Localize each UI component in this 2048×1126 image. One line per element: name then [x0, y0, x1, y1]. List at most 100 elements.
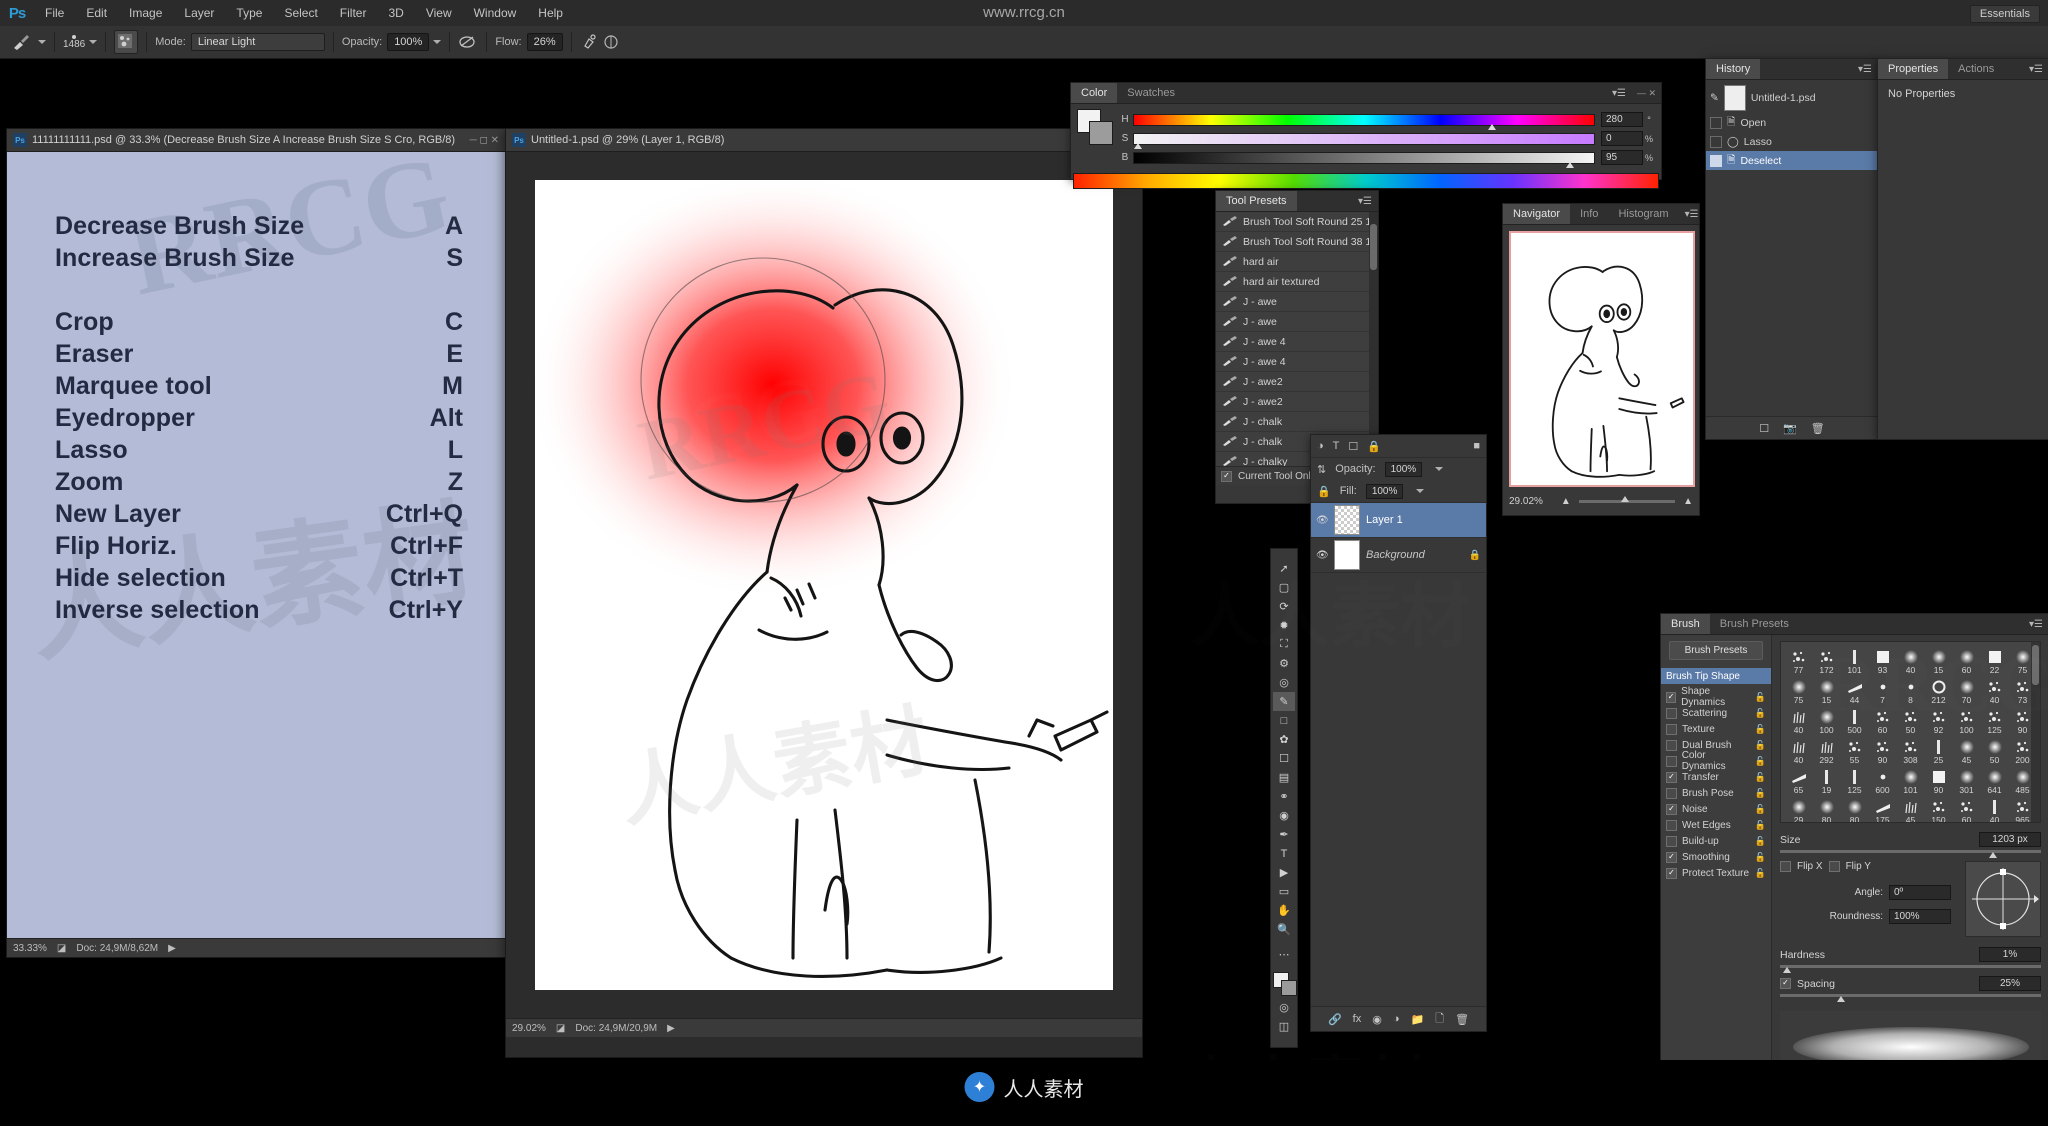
brush-tip-cell[interactable]: 77: [1785, 646, 1812, 675]
screen-mode-icon[interactable]: ◫: [1273, 1017, 1295, 1036]
opacity-chevron-down-icon[interactable]: [1435, 467, 1444, 471]
status-zoom[interactable]: 33.33%: [13, 943, 47, 954]
lock-icon[interactable]: 🔓: [1755, 804, 1766, 815]
scrollbar-vertical[interactable]: [2031, 642, 2040, 822]
brush-tip-cell[interactable]: 100: [1813, 706, 1840, 735]
blend-mode-select[interactable]: Linear Light: [190, 33, 325, 51]
brush-angle-control[interactable]: [1965, 861, 2041, 937]
tool-move[interactable]: ➚: [1273, 559, 1295, 578]
tab-brush[interactable]: Brush: [1661, 614, 1710, 634]
list-item[interactable]: J - awe 4: [1216, 352, 1378, 372]
layer-lock-icon[interactable]: 🔒: [1469, 550, 1481, 561]
adjustment-layer-icon[interactable]: ◑: [1393, 1013, 1400, 1025]
checkbox[interactable]: ✓: [1666, 803, 1677, 815]
lock-icon[interactable]: 🔒: [1317, 485, 1331, 498]
brush-tip-cell[interactable]: 80: [1841, 796, 1868, 822]
filter-toggle-icon[interactable]: ■: [1473, 440, 1480, 452]
brush-tip-cell[interactable]: 90: [1869, 736, 1896, 765]
tool-path-selection[interactable]: ▶: [1273, 863, 1295, 882]
workspace-switcher[interactable]: Essentials: [1969, 5, 2040, 23]
list-item[interactable]: J - awe: [1216, 292, 1378, 312]
history-state-open[interactable]: 🗎 Open: [1706, 113, 1878, 132]
quick-mask-icon[interactable]: ◎: [1273, 998, 1295, 1017]
lock-icon[interactable]: 🔓: [1755, 788, 1766, 799]
brush-tip-cell[interactable]: 292: [1813, 736, 1840, 765]
tab-info[interactable]: Info: [1570, 204, 1609, 224]
brush-tip-cell[interactable]: 301: [1953, 766, 1980, 795]
brush-tip-cell[interactable]: 101: [1897, 766, 1924, 795]
brush-tip-cell[interactable]: 500: [1841, 706, 1868, 735]
brush-tip-cell[interactable]: 22: [1981, 646, 2008, 675]
angle-input[interactable]: 0º: [1889, 885, 1951, 900]
brush-option-wet-edges[interactable]: Wet Edges 🔓: [1661, 817, 1771, 833]
brush-tip-cell[interactable]: 29: [1785, 796, 1812, 822]
menu-layer[interactable]: Layer: [173, 0, 225, 26]
scrollbar-thumb[interactable]: [1370, 224, 1377, 270]
color-panel[interactable]: Color Swatches ▾☰ — ✕ H 280 ° S 0 % B 95…: [1070, 82, 1662, 189]
layer-mask-icon[interactable]: ◉: [1372, 1013, 1382, 1026]
lock-icon[interactable]: 🔓: [1755, 692, 1766, 703]
layer-opacity-input[interactable]: 100%: [1384, 461, 1423, 477]
tool-pen[interactable]: ✒: [1273, 825, 1295, 844]
tab-properties[interactable]: Properties: [1878, 59, 1949, 79]
zoom-slider[interactable]: [1578, 495, 1676, 503]
flip-x-checkbox[interactable]: [1780, 861, 1791, 872]
hue-value[interactable]: 280: [1601, 112, 1643, 127]
brightness-ramp[interactable]: [1133, 151, 1595, 168]
brush-tip-cell[interactable]: 172: [1813, 646, 1840, 675]
checkbox[interactable]: ✓: [1666, 691, 1677, 703]
tools-panel[interactable]: ➚ ▢ ⟳ ✹ ⛶ ⚙ ◎ ✎ □ ✿ ☐ ▤ ⚭ ◉ ✒ T ▶ ▭ ✋ 🔍 …: [1270, 548, 1298, 1048]
brush-tool-icon[interactable]: [8, 31, 34, 53]
saturation-ramp[interactable]: [1133, 132, 1595, 149]
list-item[interactable]: Brush Tool Soft Round 38 1: [1216, 232, 1378, 252]
saturation-slider-row[interactable]: S 0 %: [1117, 130, 1655, 149]
brush-options-list[interactable]: Brush Presets Brush Tip Shape ✓ Shape Dyn…: [1661, 635, 1772, 1113]
brush-tip-cell[interactable]: 45: [1897, 796, 1924, 822]
navigator-thumbnail[interactable]: [1509, 231, 1695, 487]
tool-blur[interactable]: ⚭: [1273, 787, 1295, 806]
panel-menu-icon[interactable]: ▾☰: [2023, 59, 2048, 79]
hardness-input[interactable]: 1%: [1979, 947, 2041, 962]
brush-size-slider[interactable]: [1780, 850, 2041, 858]
brush-option-scattering[interactable]: Scattering 🔓: [1661, 705, 1771, 721]
history-source-row[interactable]: ✎ Untitled-1.psd: [1706, 83, 1878, 113]
zoom-out-icon[interactable]: ▲: [1561, 496, 1571, 507]
tab-history[interactable]: History: [1706, 59, 1761, 79]
brightness-value[interactable]: 95: [1601, 150, 1643, 165]
brush-tip-cell[interactable]: 40: [1785, 736, 1812, 765]
list-item[interactable]: J - awe 4: [1216, 332, 1378, 352]
saturation-thumb[interactable]: [1134, 142, 1142, 149]
history-state-lasso[interactable]: ◯ Lasso: [1706, 132, 1878, 151]
panel-menu-icon[interactable]: ▾☰: [1606, 83, 1632, 103]
brush-tip-cell[interactable]: 93: [1869, 646, 1896, 675]
status-chevron-right-icon[interactable]: ▶: [168, 943, 176, 954]
menu-filter[interactable]: Filter: [329, 0, 378, 26]
tool-hand[interactable]: ✋: [1273, 901, 1295, 920]
hardness-slider[interactable]: [1780, 965, 2041, 973]
document-window-shortcuts[interactable]: Ps 11111111111.psd @ 33.3% (Decrease Bru…: [6, 128, 506, 958]
history-panel[interactable]: History ▾☰ ✎ Untitled-1.psd 🗎 Open ◯ Las…: [1705, 58, 1879, 440]
tool-dodge[interactable]: ◉: [1273, 806, 1295, 825]
document-tab-untitled[interactable]: Ps Untitled-1.psd @ 29% (Layer 1, RGB/8)…: [506, 129, 1142, 152]
checkbox[interactable]: [1666, 707, 1677, 719]
brush-tip-cell[interactable]: 125: [1981, 706, 2008, 735]
brush-option-texture[interactable]: Texture 🔓: [1661, 721, 1771, 737]
tab-brush-presets[interactable]: Brush Presets: [1709, 614, 1799, 634]
spacing-input[interactable]: 25%: [1979, 976, 2041, 991]
menu-view[interactable]: View: [415, 0, 463, 26]
navigator-panel[interactable]: Navigator Info Histogram ▾☰ 29.02% ▲ ▲: [1502, 203, 1700, 516]
brush-option-shape-dynamics[interactable]: ✓ Shape Dynamics 🔓: [1661, 686, 1771, 708]
tool-clone-stamp[interactable]: □: [1273, 711, 1295, 730]
hue-slider-row[interactable]: H 280 °: [1117, 111, 1655, 130]
scrollbar-vertical[interactable]: [1369, 212, 1378, 466]
checkbox[interactable]: [1666, 819, 1677, 831]
brush-option-build-up[interactable]: Build-up 🔓: [1661, 833, 1771, 849]
list-item[interactable]: J - awe2: [1216, 372, 1378, 392]
list-item[interactable]: J - chalk: [1216, 412, 1378, 432]
list-item[interactable]: hard air: [1216, 252, 1378, 272]
brush-tip-cell[interactable]: 641: [1981, 766, 2008, 795]
menu-edit[interactable]: Edit: [75, 0, 118, 26]
brush-option-protect-texture[interactable]: ✓ Protect Texture 🔓: [1661, 865, 1771, 881]
brush-tip-cell[interactable]: 100: [1953, 706, 1980, 735]
checkbox[interactable]: [1666, 739, 1677, 751]
